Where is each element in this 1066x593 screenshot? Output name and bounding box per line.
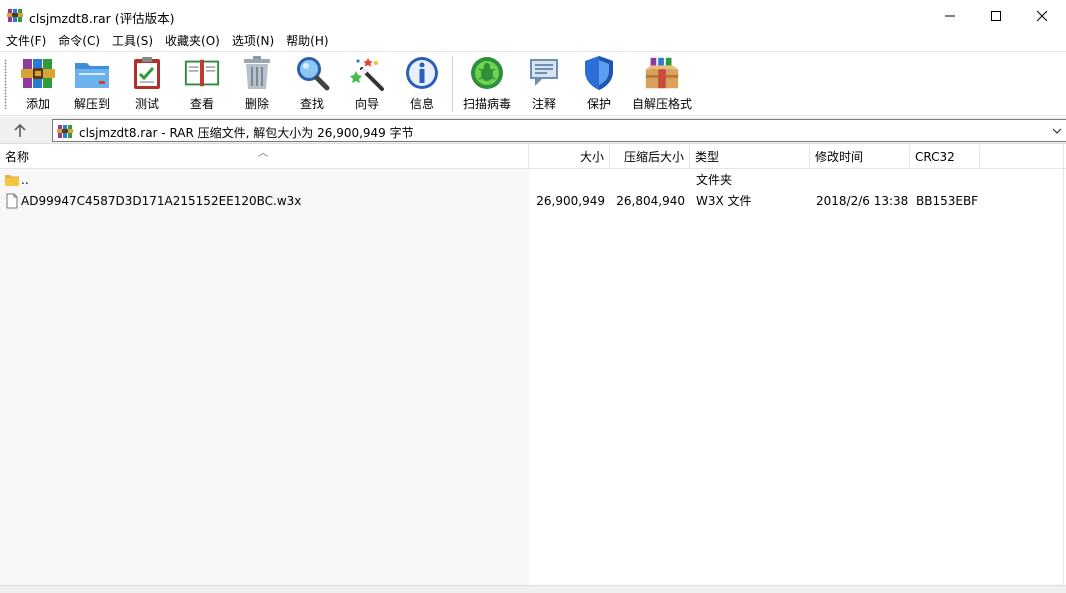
extract-folder-icon (75, 63, 109, 88)
menu-file[interactable]: 文件(F) (0, 31, 52, 51)
folder-icon (5, 175, 19, 186)
maximize-icon (991, 10, 1001, 21)
close-icon (1036, 10, 1048, 21)
window-title: clsjmzdt8.rar (评估版本) (29, 11, 175, 26)
comment-button[interactable]: 注释 (525, 55, 563, 113)
view-button[interactable]: 查看 (180, 55, 224, 113)
address-text: clsjmzdt8.rar - RAR 压缩文件, 解包大小为 26,900,9… (79, 126, 414, 140)
column-packed-header[interactable]: 压缩后大小 (610, 145, 690, 169)
trash-icon (244, 56, 270, 89)
list-header: 名称 ︿ 大小 压缩后大小 类型 修改时间 CRC32 (0, 145, 1066, 169)
extract-to-button[interactable]: 解压到 (70, 55, 114, 113)
minimize-icon (945, 15, 955, 16)
file-size (529, 170, 605, 190)
wizard-button[interactable]: 向导 (347, 55, 387, 113)
file-name: AD99947C4587D3D171A215152EE120BC.w3x (21, 194, 302, 208)
info-icon (406, 57, 438, 89)
test-clipboard-icon (134, 57, 160, 89)
menu-tools[interactable]: 工具(S) (106, 31, 159, 51)
comment-button-label: 注释 (531, 97, 556, 111)
file-list[interactable]: 名称 ︿ 大小 压缩后大小 类型 修改时间 CRC32 .. 文件夹 AD999… (0, 145, 1066, 585)
menu-commands[interactable]: 命令(C) (52, 31, 106, 51)
file-modified: 2018/2/6 13:38 (816, 194, 909, 208)
sfx-button[interactable]: 自解压格式 (630, 55, 694, 113)
toolbar: 添加 解压到 测试 查看 删除 查找 向导 信息 扫描病毒 注释 保护 自解压格… (0, 51, 1066, 116)
toolbar-grip[interactable] (4, 59, 7, 109)
sort-ascending-icon: ︿ (258, 148, 268, 159)
protect-button[interactable]: 保护 (580, 55, 618, 113)
file-type: 文件夹 (696, 173, 733, 187)
add-button-label: 添加 (25, 97, 50, 111)
column-size-header[interactable]: 大小 (529, 145, 610, 169)
protect-button-label: 保护 (586, 97, 611, 111)
column-type-header[interactable]: 类型 (690, 145, 810, 169)
shield-icon (585, 56, 613, 90)
address-dropdown[interactable] (1052, 125, 1062, 139)
file-type: W3X 文件 (696, 194, 752, 208)
winrar-app-icon (7, 9, 23, 22)
wizard-button-label: 向导 (354, 97, 379, 111)
extract-to-button-label: 解压到 (73, 97, 110, 111)
view-button-label: 查看 (189, 97, 214, 111)
test-button-label: 测试 (134, 97, 159, 111)
file-crc: BB153EBF (916, 194, 979, 208)
delete-button-label: 删除 (244, 97, 269, 111)
info-button[interactable]: 信息 (402, 55, 442, 113)
up-one-level-button[interactable] (10, 122, 30, 140)
delete-button[interactable]: 删除 (238, 55, 276, 113)
file-packed-size (610, 170, 685, 190)
file-icon (6, 193, 18, 209)
add-archive-icon (21, 59, 55, 88)
list-item-file[interactable]: AD99947C4587D3D171A215152EE120BC.w3x 26,… (0, 191, 1066, 211)
file-packed-size: 26,804,940 (616, 194, 685, 208)
chevron-down-icon (1052, 128, 1062, 134)
menu-favorites[interactable]: 收藏夹(O) (159, 31, 226, 51)
scan-virus-button-label: 扫描病毒 (462, 97, 511, 111)
column-crc-header[interactable]: CRC32 (910, 145, 980, 169)
rar-archive-icon (57, 125, 73, 138)
list-item-parent-folder[interactable]: .. 文件夹 (0, 170, 1066, 190)
arrow-up-icon (14, 124, 26, 137)
wizard-wand-icon (350, 58, 384, 91)
virus-scan-icon (471, 57, 503, 89)
info-button-label: 信息 (409, 97, 434, 111)
column-name-header[interactable]: 名称 ︿ (0, 145, 529, 169)
address-bar: clsjmzdt8.rar - RAR 压缩文件, 解包大小为 26,900,9… (0, 117, 1066, 144)
file-size: 26,900,949 (536, 194, 605, 208)
menu-bar: 文件(F) 命令(C) 工具(S) 收藏夹(O) 选项(N) 帮助(H) (0, 31, 1066, 51)
comment-icon (530, 59, 558, 86)
sfx-box-icon (645, 57, 679, 89)
title-bar: clsjmzdt8.rar (评估版本) (0, 0, 1066, 31)
sfx-button-label: 自解压格式 (631, 97, 692, 111)
find-button[interactable]: 查找 (292, 55, 332, 113)
menu-help[interactable]: 帮助(H) (280, 31, 334, 51)
minimize-button[interactable] (927, 0, 973, 31)
find-button-label: 查找 (299, 97, 324, 111)
maximize-button[interactable] (973, 0, 1019, 31)
menu-options[interactable]: 选项(N) (226, 31, 280, 51)
add-button[interactable]: 添加 (18, 55, 58, 113)
view-book-icon (184, 59, 220, 87)
scan-virus-button[interactable]: 扫描病毒 (460, 55, 514, 113)
magnifier-icon (297, 57, 330, 91)
file-name: .. (21, 173, 29, 187)
close-button[interactable] (1019, 0, 1065, 31)
address-field[interactable]: clsjmzdt8.rar - RAR 压缩文件, 解包大小为 26,900,9… (52, 119, 1066, 142)
status-bar (0, 585, 1066, 593)
toolbar-separator (452, 56, 453, 112)
column-modified-header[interactable]: 修改时间 (810, 145, 910, 169)
test-button[interactable]: 测试 (129, 55, 165, 113)
